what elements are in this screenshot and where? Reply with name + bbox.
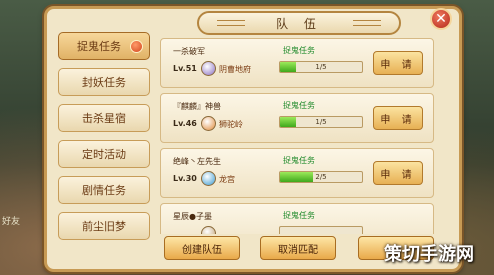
team-row: 绝峰丶左先生 Lv.30 龙宫 捉鬼任务 2/5 申 请: [160, 148, 434, 198]
team-row: 一杀破军 Lv.51 阴曹地府 捉鬼任务 1/5 申 请: [160, 38, 434, 88]
apply-button[interactable]: 申 请: [373, 106, 423, 130]
watermark: 策切手游网: [384, 244, 474, 265]
school-emblem-icon: [201, 171, 216, 186]
team-progress-text: 1/5: [315, 63, 327, 71]
sidebar-item-label: 剧情任务: [82, 184, 126, 197]
team-leader-name: 『麒麟』神兽: [173, 102, 221, 111]
task-category-sidebar: 捉鬼任务封妖任务击杀星宿定时活动剧情任务前尘旧梦: [58, 32, 150, 248]
team-task-name: 捉鬼任务: [283, 46, 315, 55]
team-leader-school: 狮驼岭: [219, 120, 243, 129]
team-leader-name: 一杀破军: [173, 47, 205, 56]
team-progress-bar: 1/5: [279, 61, 363, 73]
sidebar-item-5[interactable]: 前尘旧梦: [58, 212, 150, 240]
dialog-title-plate: 队 伍: [197, 11, 401, 35]
school-emblem-icon: [201, 116, 216, 131]
team-progress-bar: 2/5: [279, 171, 363, 183]
team-leader-name: 星辰●子墨: [173, 212, 212, 221]
team-task-name: 捉鬼任务: [283, 211, 315, 220]
team-progress-bar: [279, 226, 363, 234]
team-progress-text: 2/5: [315, 173, 327, 181]
team-progress-bar: 1/5: [279, 116, 363, 128]
notification-badge-icon: [130, 40, 143, 53]
team-task-name: 捉鬼任务: [283, 101, 315, 110]
sidebar-item-label: 定时活动: [82, 148, 126, 161]
team-leader-level: Lv.30: [173, 174, 197, 183]
sidebar-item-4[interactable]: 剧情任务: [58, 176, 150, 204]
apply-button[interactable]: 申 请: [373, 161, 423, 185]
cancel-match-button[interactable]: 取消匹配: [260, 236, 336, 260]
apply-button[interactable]: 申 请: [373, 51, 423, 75]
team-row: 星辰●子墨 捉鬼任务: [160, 203, 434, 234]
sidebar-item-label: 捉鬼任务: [77, 40, 121, 53]
sidebar-item-label: 封妖任务: [82, 76, 126, 89]
dialog-title: 队 伍: [276, 16, 322, 31]
title-ornament-left: [217, 20, 245, 26]
left-hud-text: 好友: [2, 217, 21, 227]
team-task-name: 捉鬼任务: [283, 156, 315, 165]
close-icon: ✕: [435, 11, 447, 27]
school-emblem-icon: [201, 226, 216, 234]
team-leader-level: Lv.51: [173, 64, 197, 73]
team-leader-school: 龙宫: [219, 175, 235, 184]
team-leader-level: Lv.46: [173, 119, 197, 128]
title-ornament-right: [353, 20, 381, 26]
create-team-button[interactable]: 创建队伍: [164, 236, 240, 260]
sidebar-item-2[interactable]: 击杀星宿: [58, 104, 150, 132]
sidebar-item-1[interactable]: 封妖任务: [58, 68, 150, 96]
sidebar-item-label: 前尘旧梦: [82, 220, 126, 233]
close-button[interactable]: ✕: [430, 8, 452, 30]
team-leader-name: 绝峰丶左先生: [173, 157, 221, 166]
sidebar-item-3[interactable]: 定时活动: [58, 140, 150, 168]
left-hud: 好友: [0, 0, 46, 275]
team-row: 『麒麟』神兽 Lv.46 狮驼岭 捉鬼任务 1/5 申 请: [160, 93, 434, 143]
team-leader-school: 阴曹地府: [219, 65, 251, 74]
team-progress-text: 1/5: [315, 118, 327, 126]
sidebar-item-label: 击杀星宿: [82, 112, 126, 125]
school-emblem-icon: [201, 61, 216, 76]
sidebar-item-0[interactable]: 捉鬼任务: [58, 32, 150, 60]
team-list: 一杀破军 Lv.51 阴曹地府 捉鬼任务 1/5 申 请『麒麟』神兽 Lv.46 狮驼岭 捉鬼任…: [160, 38, 434, 234]
